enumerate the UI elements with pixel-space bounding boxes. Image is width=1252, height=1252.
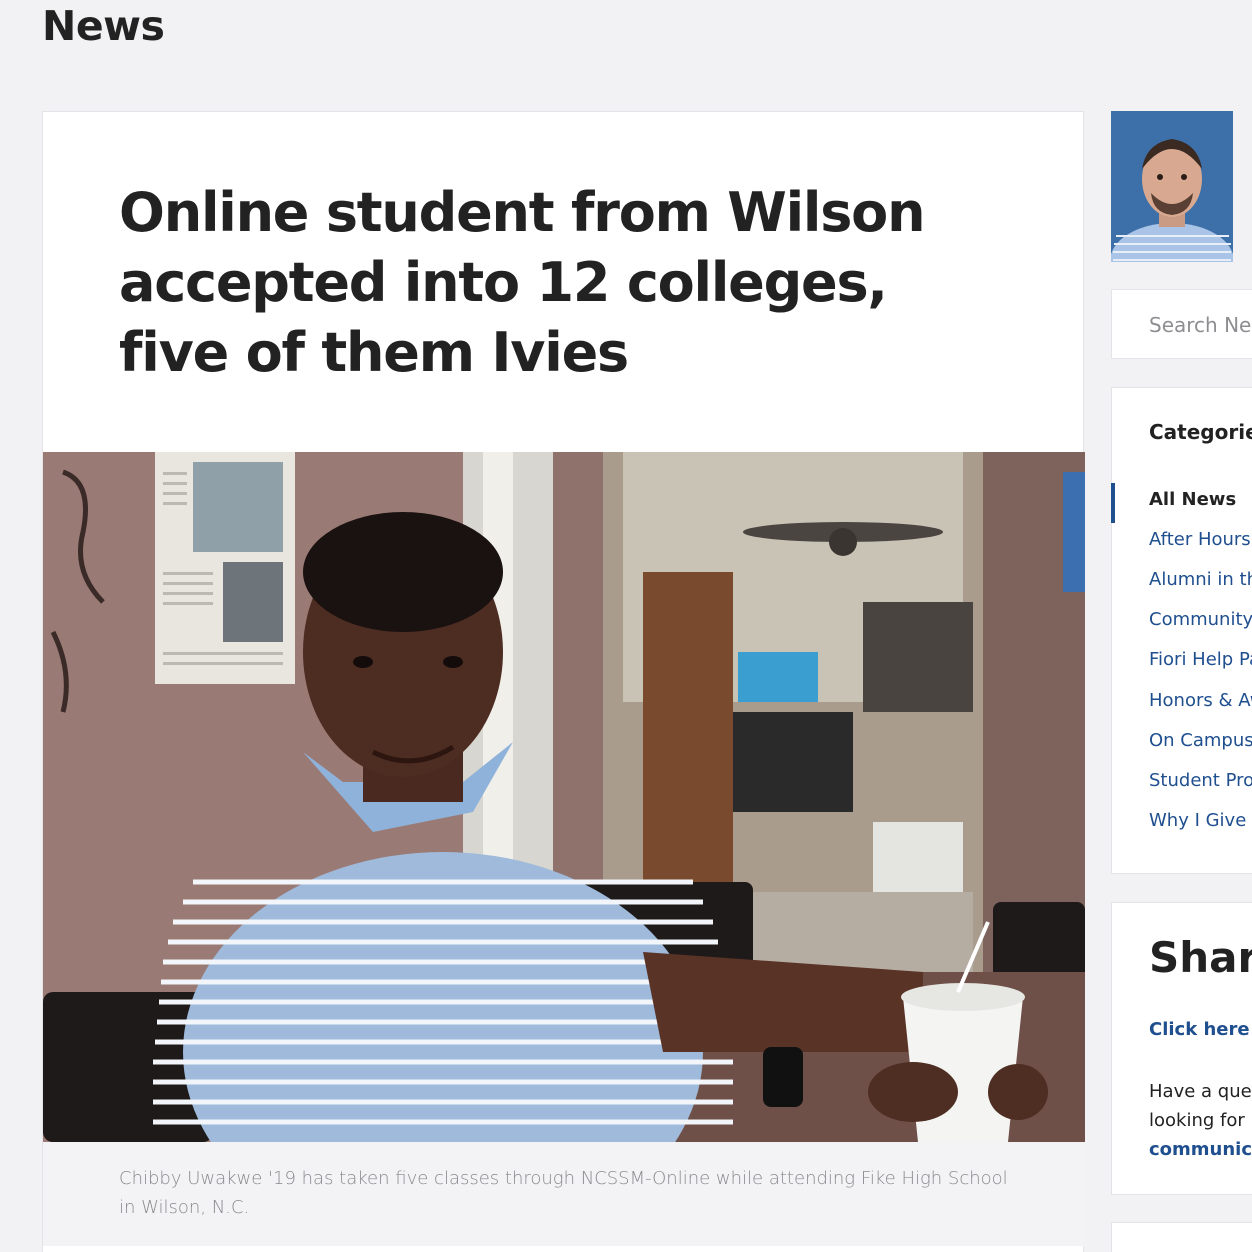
search-news-input[interactable]: [1149, 308, 1252, 342]
article-card: Online student from Wilson accepted into…: [42, 111, 1085, 1252]
share-card: Share Click here to Have a question look…: [1111, 902, 1252, 1195]
communications-link[interactable]: communications: [1149, 1135, 1252, 1164]
search-card: [1111, 289, 1252, 359]
categories-card: Categories All News After Hours Alumni i…: [1111, 387, 1252, 874]
article-title: Online student from Wilson accepted into…: [119, 181, 926, 384]
image-caption: Chibby Uwakwe '19 has taken five classes…: [119, 1168, 1008, 1218]
staff-avatar: [1111, 111, 1233, 262]
caption-area: Chibby Uwakwe '19 has taken five classes…: [43, 1142, 1085, 1246]
category-all-news[interactable]: All News: [1149, 489, 1236, 510]
category-community[interactable]: Community: [1149, 609, 1252, 630]
share-title: Share: [1149, 933, 1252, 982]
page-title: News: [42, 2, 165, 50]
category-why-i-give[interactable]: Why I Give: [1149, 810, 1246, 831]
article-hero-image: [43, 452, 1085, 1142]
share-click-here-link[interactable]: Click here to: [1149, 1019, 1252, 1040]
category-alumni-in-the-news[interactable]: Alumni in the News: [1149, 569, 1252, 590]
category-fiori-help-page[interactable]: Fiori Help Page: [1149, 649, 1252, 670]
category-honors-awards[interactable]: Honors & Awards: [1149, 690, 1252, 711]
sidebar-bottom-card: [1111, 1222, 1252, 1252]
categories-title: Categories: [1149, 420, 1252, 444]
category-student-profiles[interactable]: Student Profiles: [1149, 770, 1252, 791]
share-body-line-1: Have a question: [1149, 1081, 1252, 1102]
category-on-campus[interactable]: On Campus: [1149, 730, 1252, 751]
share-body-line-2: looking for: [1149, 1110, 1245, 1131]
category-after-hours[interactable]: After Hours: [1149, 529, 1251, 550]
page: News Online student from Wilson accepted…: [0, 0, 1252, 1252]
active-category-indicator: [1111, 483, 1115, 523]
share-body: Have a question looking for communicatio…: [1149, 1077, 1252, 1164]
